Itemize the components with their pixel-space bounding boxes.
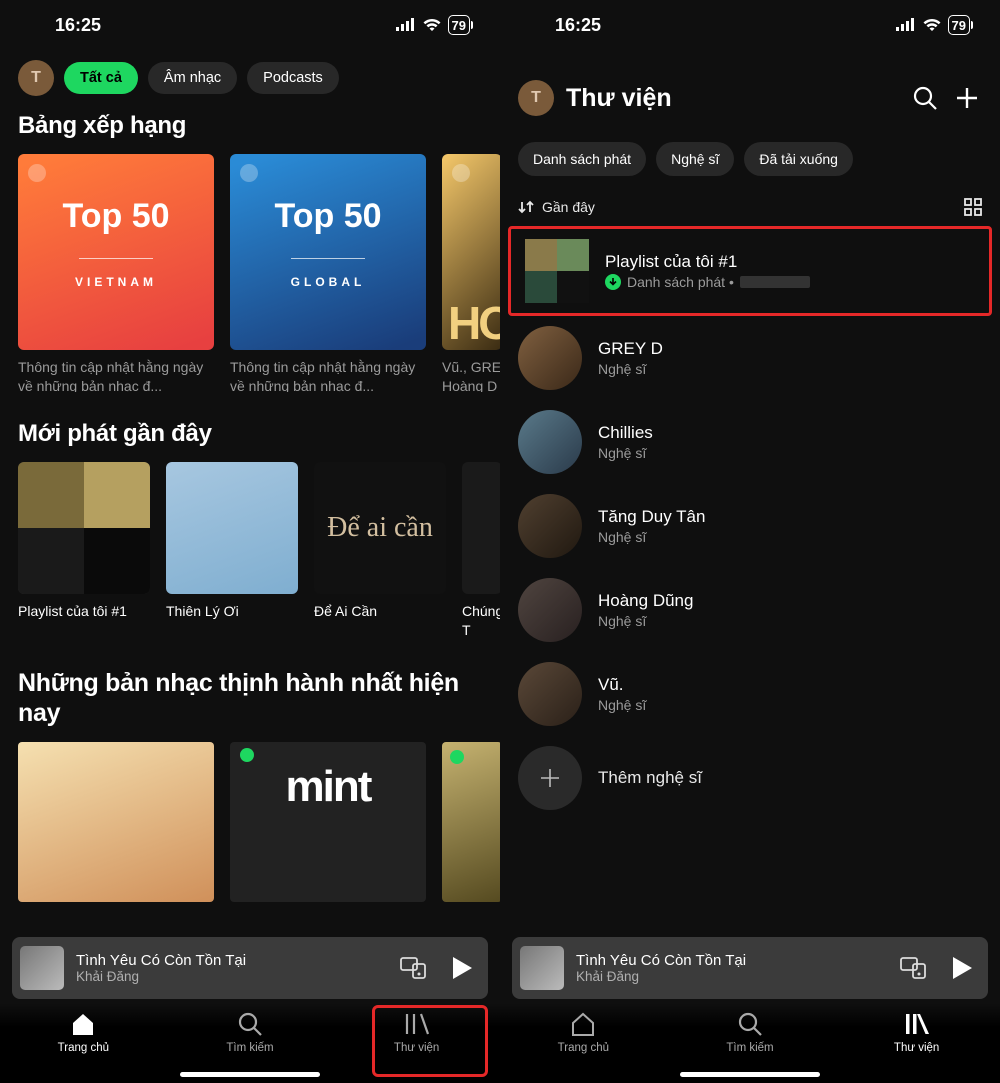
library-icon <box>904 1011 930 1037</box>
tab-bar: Trang chủ Tìm kiếm Thư viện <box>0 1003 500 1083</box>
artist-art <box>518 326 582 390</box>
connect-device-icon[interactable] <box>400 957 426 979</box>
home-icon <box>570 1011 596 1037</box>
tab-library[interactable]: Thư viện <box>867 1011 967 1054</box>
tab-home[interactable]: Trang chủ <box>33 1011 133 1054</box>
library-list: Playlist của tôi #1 Danh sách phát • GRE… <box>500 226 1000 820</box>
status-time: 16:25 <box>55 15 101 36</box>
play-icon[interactable] <box>450 955 474 981</box>
library-title: Thư viện <box>566 84 898 113</box>
spotify-icon <box>240 748 254 762</box>
library-item-artist[interactable]: GREY DNghệ sĩ <box>504 316 996 400</box>
recent-row[interactable]: Playlist của tôi #1 Thiên Lý Ơi Để ai cầ… <box>0 462 500 636</box>
library-screen: 16:25 79 T Thư viện Danh sách phát Nghệ … <box>500 0 1000 1083</box>
filter-chip-music[interactable]: Âm nhạc <box>148 62 237 94</box>
tab-search[interactable]: Tìm kiếm <box>200 1011 300 1054</box>
search-icon <box>237 1011 263 1037</box>
trending-card[interactable] <box>18 742 214 902</box>
home-icon <box>70 1011 96 1037</box>
search-button[interactable] <box>910 83 940 113</box>
now-playing-art <box>20 946 64 990</box>
add-artist-button[interactable]: Thêm nghệ sĩ <box>504 736 996 820</box>
chart-card[interactable]: HO Vũ., GRE Hoàng D <box>442 154 500 392</box>
library-item-artist[interactable]: Hoàng DũngNghệ sĩ <box>504 568 996 652</box>
status-bar: 16:25 79 <box>500 0 1000 50</box>
artist-art <box>518 662 582 726</box>
plus-icon <box>518 746 582 810</box>
now-playing-bar[interactable]: Tình Yêu Có Còn Tồn Tại Khải Đăng <box>512 937 988 999</box>
profile-avatar[interactable]: T <box>518 80 554 116</box>
status-time: 16:25 <box>555 15 601 36</box>
card-caption: Thông tin cập nhật hằng ngày về những bả… <box>230 350 426 392</box>
grid-view-icon[interactable] <box>964 198 982 216</box>
now-playing-title: Tình Yêu Có Còn Tồn Tại <box>76 952 388 969</box>
now-playing-title: Tình Yêu Có Còn Tồn Tại <box>576 952 888 969</box>
home-screen: 16:25 79 T Tất cả Âm nhạc Podcasts Bảng … <box>0 0 500 1083</box>
filter-pill-artists[interactable]: Nghệ sĩ <box>656 142 734 176</box>
now-playing-bar[interactable]: Tình Yêu Có Còn Tồn Tại Khải Đăng <box>12 937 488 999</box>
now-playing-art <box>520 946 564 990</box>
tab-library[interactable]: Thư viện <box>367 1011 467 1054</box>
filter-pill-playlists[interactable]: Danh sách phát <box>518 142 646 176</box>
sort-button[interactable]: Gần đây <box>518 199 595 215</box>
battery-indicator: 79 <box>448 15 470 35</box>
artist-art <box>518 410 582 474</box>
section-recent-title: Mới phát gần đây <box>0 392 500 462</box>
connect-device-icon[interactable] <box>900 957 926 979</box>
recent-card[interactable]: Để ai cần Để Ai Cần <box>314 462 446 636</box>
tab-home[interactable]: Trang chủ <box>533 1011 633 1054</box>
section-trending-title: Những bản nhạc thịnh hành nhất hiện nay <box>0 636 500 742</box>
wifi-icon <box>422 18 442 32</box>
downloaded-icon <box>605 274 621 290</box>
now-playing-artist: Khải Đăng <box>576 969 888 984</box>
status-bar: 16:25 79 <box>0 0 500 50</box>
playlist-art <box>525 239 589 303</box>
section-charts-title: Bảng xếp hạng <box>0 102 500 154</box>
tab-search[interactable]: Tìm kiếm <box>700 1011 800 1054</box>
spotify-icon <box>452 164 470 182</box>
card-caption: Vũ., GRE Hoàng D <box>442 350 500 392</box>
redacted-text <box>740 276 810 288</box>
add-button[interactable] <box>952 83 982 113</box>
artist-art <box>518 578 582 642</box>
signal-icon <box>396 18 416 32</box>
chart-card[interactable]: Top 50GLOBAL Thông tin cập nhật hằng ngà… <box>230 154 426 392</box>
home-indicator[interactable] <box>680 1072 820 1077</box>
filter-chip-all[interactable]: Tất cả <box>64 62 138 94</box>
library-item-playlist[interactable]: Playlist của tôi #1 Danh sách phát • <box>511 229 989 313</box>
profile-avatar[interactable]: T <box>18 60 54 96</box>
tab-bar: Trang chủ Tìm kiếm Thư viện <box>500 1003 1000 1083</box>
artist-art <box>518 494 582 558</box>
recent-card[interactable]: Chúng T Hạnh Ph <box>462 462 500 636</box>
now-playing-artist: Khải Đăng <box>76 969 388 984</box>
play-icon[interactable] <box>950 955 974 981</box>
charts-row[interactable]: Top 50VIETNAM Thông tin cập nhật hằng ng… <box>0 154 500 392</box>
highlight-playlist-item: Playlist của tôi #1 Danh sách phát • <box>508 226 992 316</box>
signal-icon <box>896 18 916 32</box>
battery-indicator: 79 <box>948 15 970 35</box>
library-item-artist[interactable]: Tăng Duy TânNghệ sĩ <box>504 484 996 568</box>
filter-pill-downloaded[interactable]: Đã tải xuống <box>744 142 853 176</box>
chart-card[interactable]: Top 50VIETNAM Thông tin cập nhật hằng ng… <box>18 154 214 392</box>
recent-card[interactable]: Thiên Lý Ơi <box>166 462 298 636</box>
home-indicator[interactable] <box>180 1072 320 1077</box>
trending-card[interactable] <box>442 742 500 902</box>
sort-icon <box>518 200 534 214</box>
spotify-icon <box>450 750 464 764</box>
card-caption: Thông tin cập nhật hằng ngày về những bả… <box>18 350 214 392</box>
trending-row[interactable]: mint <box>0 742 500 902</box>
recent-card[interactable]: Playlist của tôi #1 <box>18 462 150 636</box>
library-icon <box>404 1011 430 1037</box>
library-item-artist[interactable]: ChilliesNghệ sĩ <box>504 400 996 484</box>
library-item-artist[interactable]: Vũ.Nghệ sĩ <box>504 652 996 736</box>
trending-card[interactable]: mint <box>230 742 426 902</box>
filter-chip-podcasts[interactable]: Podcasts <box>247 62 339 94</box>
wifi-icon <box>922 18 942 32</box>
search-icon <box>737 1011 763 1037</box>
